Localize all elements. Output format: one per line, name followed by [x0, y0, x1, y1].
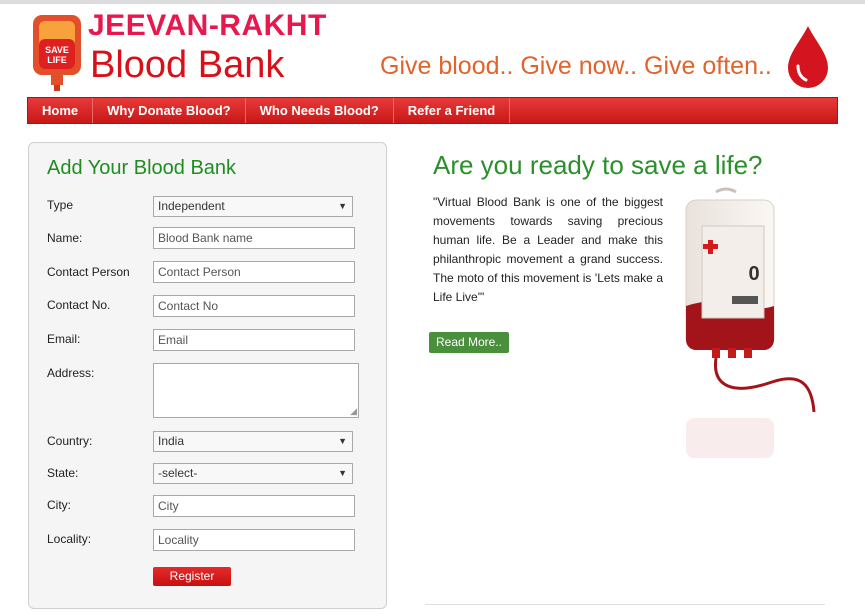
name-label: Name:: [47, 231, 83, 245]
promo-headline: Are you ready to save a life?: [433, 150, 763, 180]
country-label: Country:: [47, 434, 93, 448]
state-label: State:: [47, 466, 79, 480]
type-select[interactable]: Independent ▼: [153, 196, 353, 217]
country-select-value: India: [158, 434, 185, 448]
chevron-down-icon: ▼: [338, 201, 347, 211]
name-input[interactable]: Blood Bank name: [153, 227, 355, 249]
resize-handle-icon[interactable]: ◢: [350, 406, 357, 417]
city-label: City:: [47, 498, 71, 512]
main-nav: Home Why Donate Blood? Who Needs Blood? …: [27, 97, 838, 124]
locality-label: Locality:: [47, 532, 92, 546]
email-input[interactable]: Email: [153, 329, 355, 351]
state-select-value: -select-: [158, 466, 198, 480]
logo-badge-line-1: SAVE: [45, 45, 69, 55]
nav-refer-friend[interactable]: Refer a Friend: [394, 98, 511, 123]
email-label: Email:: [47, 332, 81, 346]
content-divider: [425, 604, 825, 605]
register-button[interactable]: Register: [153, 567, 231, 586]
nav-why-donate[interactable]: Why Donate Blood?: [93, 98, 246, 123]
tagline: Give blood.. Give now.. Give often..: [380, 52, 772, 80]
add-blood-bank-form: Add Your Blood Bank Type Independent ▼ N…: [28, 142, 387, 609]
type-select-value: Independent: [158, 199, 225, 213]
type-label: Type: [47, 198, 74, 212]
bag-label-text: 0: [748, 263, 759, 285]
blood-bag-illustration-icon: 0: [685, 187, 816, 458]
nav-home[interactable]: Home: [28, 98, 94, 123]
country-select[interactable]: India ▼: [153, 431, 353, 452]
form-title: Add Your Blood Bank: [47, 157, 237, 179]
brand-name-bottom: Blood Bank: [90, 44, 285, 86]
state-select[interactable]: -select- ▼: [153, 463, 353, 484]
chevron-down-icon: ▼: [338, 436, 347, 446]
chevron-down-icon: ▼: [338, 468, 347, 478]
blood-bag-logo-icon: SAVE LIFE: [33, 15, 81, 91]
nav-who-needs[interactable]: Who Needs Blood?: [246, 98, 394, 123]
city-input[interactable]: City: [153, 495, 355, 517]
locality-input[interactable]: Locality: [153, 529, 355, 551]
address-textarea[interactable]: ◢: [153, 363, 359, 418]
contact-no-input[interactable]: Contact No: [153, 295, 355, 317]
brand-name-top: JEEVAN-RAKHT: [88, 9, 327, 42]
contact-no-label: Contact No.: [47, 298, 111, 312]
contact-person-input[interactable]: Contact Person: [153, 261, 355, 283]
promo-description: "Virtual Blood Bank is one of the bigges…: [433, 195, 663, 304]
contact-person-label: Contact Person: [47, 265, 130, 279]
read-more-button[interactable]: Read More..: [429, 332, 509, 353]
address-label: Address:: [47, 366, 95, 380]
logo-badge-line-2: LIFE: [47, 55, 67, 65]
top-border: [0, 0, 865, 4]
blood-drop-icon: [788, 26, 828, 88]
